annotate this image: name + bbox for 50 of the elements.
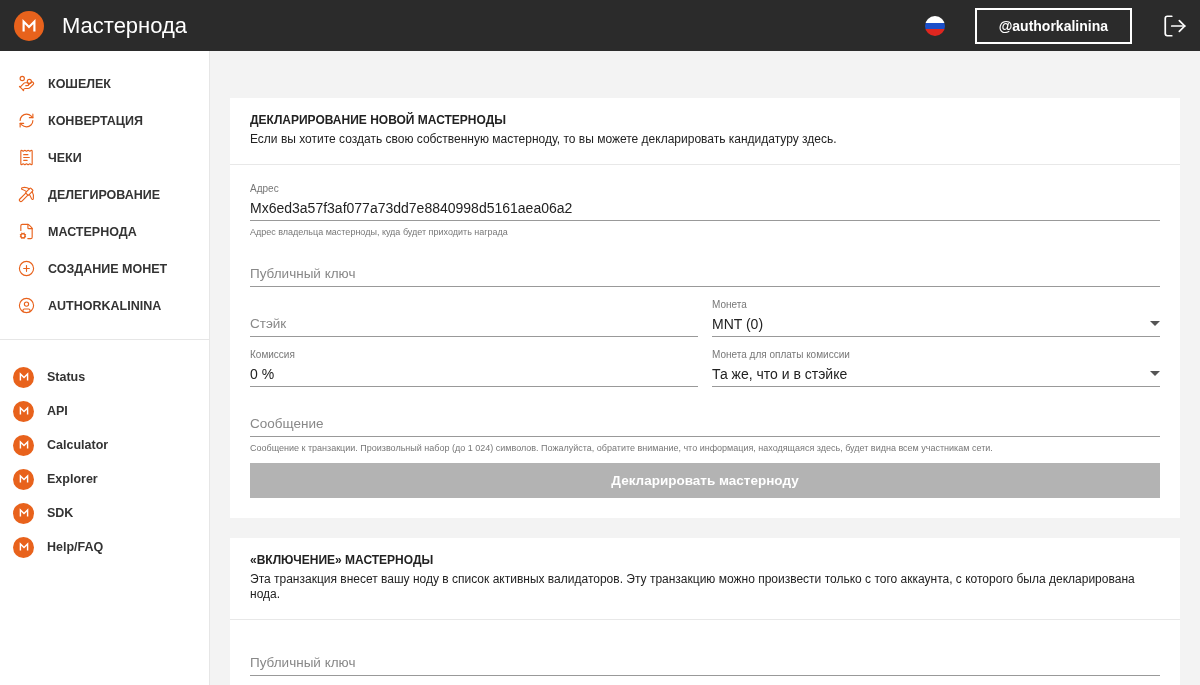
field-label: Комиссия	[250, 348, 295, 360]
field-hint: Сообщение к транзакции. Произвольный набор (до 1 024) символов. Пожалуйста, обратите внимание, что информация, находящаяся здесь, будет видна всем участникам сети.	[250, 442, 994, 453]
card-description: Эта транзакция внесет вашу ноду в список активных валидаторов. Эту транзакцию можно произвести только с того аккаунта, с которого была декларирована нода.	[250, 571, 1136, 603]
logo-icon	[17, 473, 30, 485]
nav-item[interactable]: ЧЕКИ	[0, 139, 209, 176]
card-description: Если вы хотите создать свою собственную мастерноду, то вы можете декларировать кандидатуру здесь.	[250, 132, 838, 148]
sidebar-link[interactable]: Calculator	[0, 428, 209, 462]
user-button[interactable]: @authorkalinina	[974, 7, 1132, 44]
logout-icon[interactable]	[1162, 12, 1188, 39]
card-title: ДЕКЛАРИРОВАНИЕ НОВОЙ МАСТЕРНОДЫ	[250, 113, 507, 127]
sidebar-link[interactable]: API	[0, 394, 209, 428]
nav-item[interactable]: МАСТЕРНОДА	[0, 213, 209, 250]
field-label: Монета	[712, 298, 747, 310]
field-hint: Адрес владельца мастерноды, куда будет приходить награда	[250, 226, 509, 237]
plus-circle-icon	[18, 260, 35, 277]
field-label: Монета для оплаты комиссии	[712, 348, 850, 360]
input-field[interactable]: Стэйк	[250, 311, 698, 337]
field-label: Адрес	[250, 182, 279, 194]
sidebar-link[interactable]: SDK	[0, 496, 209, 530]
sidebar-link[interactable]: Status	[0, 360, 209, 394]
select-field[interactable]: Та же, что и в стэйке	[712, 361, 1160, 387]
card-title: «ВКЛЮЧЕНИЕ» МАСТЕРНОДЫ	[250, 552, 435, 567]
hand-coins-icon	[18, 75, 35, 92]
logo-icon	[17, 405, 30, 417]
input-field[interactable]: Публичный ключ	[250, 650, 1160, 676]
nav-item[interactable]: СОЗДАНИЕ МОНЕТ	[0, 250, 209, 287]
pickaxe-icon	[18, 186, 35, 203]
file-gear-icon	[18, 223, 35, 240]
select-field[interactable]: MNT (0)	[712, 311, 1160, 337]
dropdown-caret-icon	[1150, 370, 1160, 377]
user-circle-icon	[18, 297, 35, 314]
sidebar-link[interactable]: Help/FAQ	[0, 530, 209, 564]
flag-icon[interactable]	[924, 15, 945, 36]
receipt-icon	[18, 149, 35, 166]
logo-icon	[17, 507, 30, 519]
sidebar-link[interactable]: Explorer	[0, 462, 209, 496]
nav-item[interactable]: ДЕЛЕГИРОВАНИЕ	[0, 176, 209, 213]
input-field[interactable]: 0 %	[250, 361, 698, 387]
dropdown-caret-icon	[1150, 320, 1160, 327]
input-field[interactable]: Сообщение	[250, 411, 1160, 437]
logo-icon	[17, 439, 30, 451]
input-field[interactable]: Mx6ed3a57f3af077a73dd7e8840998d5161aea06a2	[250, 195, 1160, 221]
logo-icon	[17, 541, 30, 553]
nav-item[interactable]: КОШЕЛЕК	[0, 65, 209, 102]
refresh-icon	[18, 112, 35, 129]
nav-item[interactable]: КОНВЕРТАЦИЯ	[0, 102, 209, 139]
page-title: Мастернода	[62, 12, 189, 39]
input-field[interactable]: Публичный ключ	[250, 261, 1160, 287]
logo-icon	[17, 371, 30, 383]
nav-item[interactable]: AUTHORKALININA	[0, 287, 209, 324]
